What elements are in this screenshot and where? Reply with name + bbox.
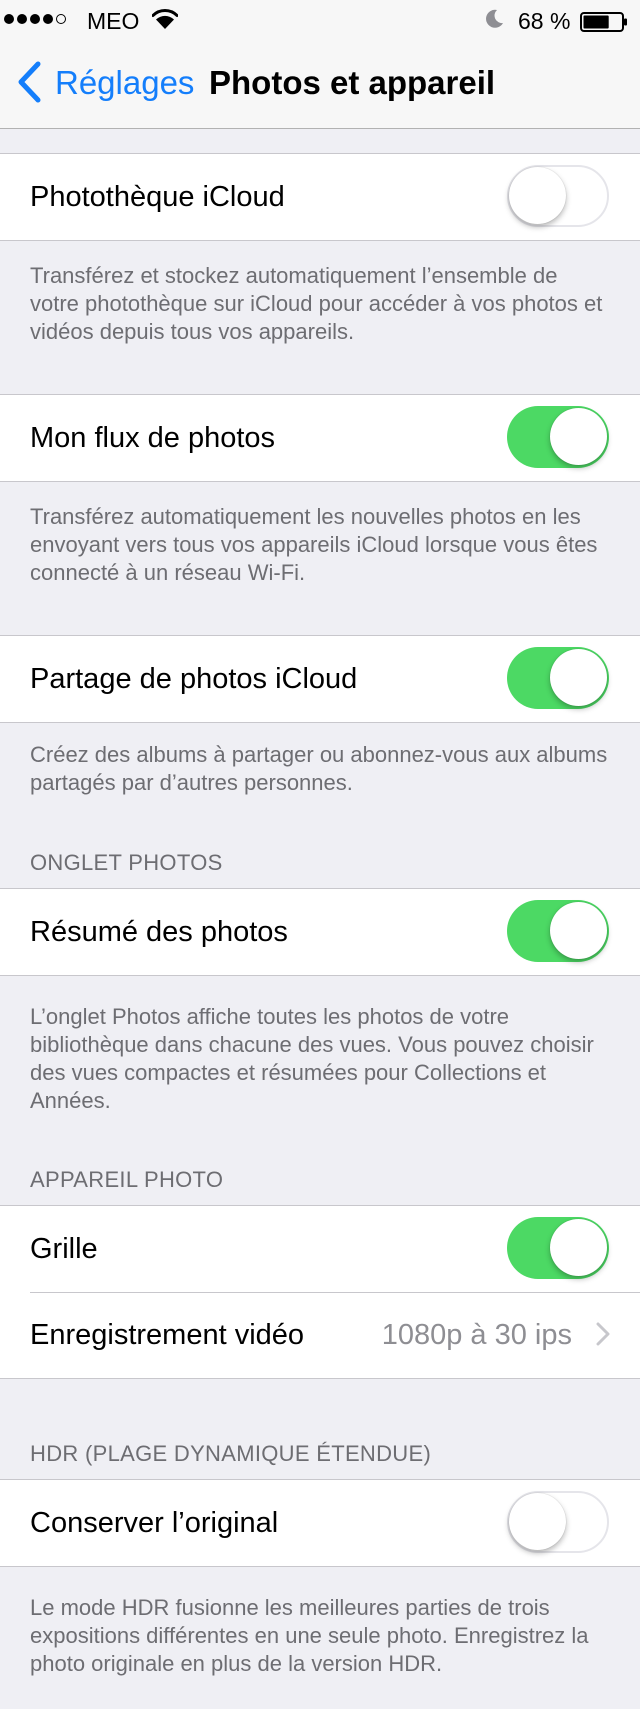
icloud-library-group: Photothèque iCloud: [0, 153, 640, 241]
photos-tab-header: ONGLET PHOTOS: [30, 850, 223, 875]
photos-tab-footer: L’onglet Photos affiche toutes les photo…: [30, 1004, 594, 1113]
toggle-knob: [550, 1219, 607, 1276]
photo-stream-footer: Transférez automatiquement les nouvelles…: [30, 504, 598, 585]
toggle-knob: [509, 1493, 566, 1550]
toggle-knob: [509, 167, 566, 224]
photo-sharing-group: Partage de photos iCloud: [0, 635, 640, 723]
photo-stream-toggle[interactable]: [507, 406, 609, 468]
photo-stream-group: Mon flux de photos: [0, 394, 640, 482]
chevron-right-icon: [596, 1322, 610, 1346]
back-button[interactable]: Réglages: [55, 64, 194, 102]
photo-stream-label: Mon flux de photos: [30, 422, 276, 454]
battery-icon: [580, 12, 627, 32]
cellular-signal-icon: [4, 14, 66, 24]
toggle-knob: [550, 649, 607, 706]
photos-summary-toggle[interactable]: [507, 900, 609, 962]
photo-stream-row: Mon flux de photos: [0, 395, 640, 481]
keep-original-toggle[interactable]: [507, 1491, 609, 1553]
icloud-library-footer: Transférez et stockez automatiquement l’…: [30, 263, 603, 344]
camera-group: Grille Enregistrement vidéo 1080p à 30 i…: [0, 1205, 640, 1379]
toggle-knob: [550, 408, 607, 465]
hdr-group: Conserver l’original: [0, 1479, 640, 1567]
grid-toggle[interactable]: [507, 1217, 609, 1279]
hdr-header: HDR (PLAGE DYNAMIQUE ÉTENDUE): [30, 1441, 432, 1466]
photo-sharing-label: Partage de photos iCloud: [30, 663, 358, 695]
grid-label: Grille: [30, 1233, 98, 1265]
video-recording-row[interactable]: Enregistrement vidéo 1080p à 30 ips: [0, 1292, 640, 1378]
photos-tab-group: Résumé des photos: [0, 888, 640, 976]
icloud-library-label: Photothèque iCloud: [30, 181, 285, 213]
camera-header: APPAREIL PHOTO: [30, 1167, 224, 1192]
photos-summary-label: Résumé des photos: [30, 916, 288, 948]
toggle-knob: [550, 902, 607, 959]
hdr-footer: Le mode HDR fusionne les meilleures part…: [30, 1595, 589, 1676]
keep-original-label: Conserver l’original: [30, 1507, 279, 1539]
icloud-library-row: Photothèque iCloud: [0, 154, 640, 240]
video-recording-value: 1080p à 30 ips: [381, 1319, 572, 1351]
photo-sharing-toggle[interactable]: [507, 647, 609, 709]
keep-original-row: Conserver l’original: [0, 1480, 640, 1566]
photos-summary-row: Résumé des photos: [0, 889, 640, 975]
photo-sharing-footer: Créez des albums à partager ou abonnez-v…: [30, 742, 608, 795]
do-not-disturb-moon-icon: [486, 9, 503, 28]
grid-row: Grille: [0, 1206, 640, 1292]
carrier-name: MEO: [87, 8, 140, 34]
page-title: Photos et appareil: [209, 64, 496, 101]
video-recording-label: Enregistrement vidéo: [30, 1319, 305, 1351]
icloud-library-toggle[interactable]: [507, 165, 609, 227]
wifi-icon: [152, 9, 178, 29]
battery-percentage: 68 %: [518, 8, 571, 34]
status-bar: MEO 68 %: [0, 0, 640, 40]
navigation-bar: Réglages Photos et appareil: [0, 40, 640, 129]
back-chevron-icon[interactable]: [16, 60, 42, 104]
photo-sharing-row: Partage de photos iCloud: [0, 636, 640, 722]
